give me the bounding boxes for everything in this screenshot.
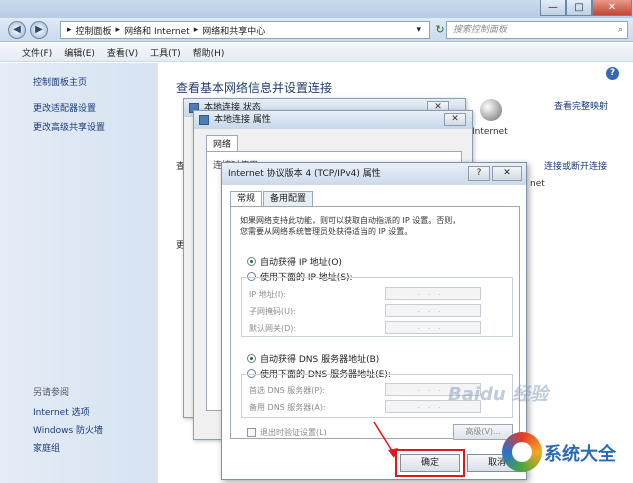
baidu-watermark: Baidu 经验 — [448, 384, 549, 405]
subnet-mask-label: 子网掩码(U): — [249, 307, 296, 316]
menu-edit[interactable]: 编辑(E) — [64, 46, 95, 59]
ok-button[interactable]: 确定 — [400, 454, 460, 472]
radio-selected-icon — [247, 354, 256, 363]
address-bar[interactable]: ▸ 控制面板 ▸ 网络和 Internet ▸ 网络和共享中心 ▾ — [60, 21, 430, 39]
search-input[interactable]: 搜索控制面板 ⌕ — [446, 21, 628, 39]
network-icon — [199, 115, 209, 125]
properties-dialog-close-button[interactable]: ✕ — [444, 113, 466, 126]
minimize-button[interactable]: — — [540, 0, 566, 16]
close-window-button[interactable]: ✕ — [592, 0, 632, 16]
breadcrumb-control-panel[interactable]: 控制面板 — [76, 24, 112, 37]
sidebar-link-change-adapter-settings[interactable]: 更改适配器设置 — [33, 101, 96, 114]
menu-bar: 文件(F) 编辑(E) 查看(V) 工具(T) 帮助(H) — [0, 43, 633, 62]
properties-dialog-title-text: 本地连接 属性 — [214, 115, 271, 125]
site-logo-text: 系统大全 — [544, 444, 616, 465]
sidebar-link-internet-options[interactable]: Internet 选项 — [33, 405, 90, 418]
back-button[interactable]: ◀ — [8, 21, 26, 39]
breadcrumb-network-internet[interactable]: 网络和 Internet — [124, 24, 190, 37]
address-row: ◀ ▶ ▸ 控制面板 ▸ 网络和 Internet ▸ 网络和共享中心 ▾ ↻ … — [0, 18, 633, 42]
ip-address-input[interactable]: ... — [385, 287, 481, 300]
help-icon[interactable]: ? — [606, 67, 619, 80]
breadcrumb-separator: ▸ — [67, 25, 72, 35]
default-gateway-label: 默认网关(D): — [249, 324, 297, 333]
validate-on-exit-label: 退出时验证设置(L) — [260, 428, 327, 437]
page-title: 查看基本网络信息并设置连接 — [176, 81, 333, 95]
checkbox-icon — [247, 428, 256, 437]
tcp-close-button[interactable]: ✕ — [492, 166, 522, 181]
radio-obtain-ip-auto[interactable]: 自动获得 IP 地址(O) — [247, 255, 342, 268]
sidebar-link-homegroup[interactable]: 家庭组 — [33, 441, 60, 454]
default-gateway-input[interactable]: ... — [385, 321, 481, 334]
forward-button[interactable]: ▶ — [30, 21, 48, 39]
sidebar: 控制面板主页 更改适配器设置 更改高级共享设置 另请参阅 Internet 选项… — [0, 63, 158, 483]
internet-label-2: net — [530, 179, 545, 189]
properties-tab-network[interactable]: 网络 — [206, 135, 239, 151]
radio-obtain-dns-auto-label: 自动获得 DNS 服务器地址(B) — [260, 355, 380, 365]
description-line-2: 您需要从网络系统管理员处获得适当的 IP 设置。 — [240, 227, 413, 236]
search-placeholder: 搜索控制面板 — [453, 25, 508, 35]
internet-globe-icon — [480, 99, 502, 121]
tcp-tabs: 常规 备用配置 — [230, 191, 314, 208]
radio-obtain-dns-auto[interactable]: 自动获得 DNS 服务器地址(B) — [247, 352, 379, 365]
menu-help[interactable]: 帮助(H) — [193, 46, 225, 59]
breadcrumb-separator: ▸ — [115, 25, 121, 35]
sidebar-link-control-panel-home[interactable]: 控制面板主页 — [33, 75, 87, 88]
description-line-1: 如果网络支持此功能，则可以获取自动指派的 IP 设置。否则， — [240, 216, 461, 225]
search-icon[interactable]: ⌕ — [618, 22, 623, 38]
connect-disconnect-link[interactable]: 连接或断开连接 — [544, 159, 607, 172]
alternate-dns-label: 备用 DNS 服务器(A): — [249, 403, 326, 412]
menu-tools[interactable]: 工具(T) — [150, 46, 181, 59]
radio-obtain-ip-auto-label: 自动获得 IP 地址(O) — [260, 258, 342, 268]
maximize-button[interactable]: □ — [566, 0, 592, 16]
address-dropdown-icon[interactable]: ▾ — [416, 25, 421, 35]
tcp-dialog-title-text: Internet 协议版本 4 (TCP/IPv4) 属性 — [228, 169, 381, 179]
tcp-help-button[interactable]: ? — [468, 166, 490, 181]
breadcrumb-separator: ▸ — [193, 25, 199, 35]
sidebar-link-windows-firewall[interactable]: Windows 防火墙 — [33, 423, 103, 436]
see-also-heading: 另请参阅 — [33, 388, 70, 398]
ip-address-label: IP 地址(I): — [249, 290, 287, 299]
preferred-dns-label: 首选 DNS 服务器(P): — [249, 386, 326, 395]
breadcrumb-network-sharing-center[interactable]: 网络和共享中心 — [202, 24, 265, 37]
properties-dialog-title: 本地连接 属性 ✕ — [194, 111, 472, 129]
annotation-arrow-icon — [373, 421, 398, 458]
sidebar-link-change-advanced-sharing[interactable]: 更改高级共享设置 — [33, 120, 105, 133]
view-full-map-link[interactable]: 查看完整映射 — [554, 99, 608, 112]
validate-on-exit-checkbox[interactable]: 退出时验证设置(L) — [247, 427, 327, 438]
internet-label: Internet — [472, 127, 508, 137]
site-logo-core — [512, 442, 532, 462]
tab-alternate-config[interactable]: 备用配置 — [263, 191, 314, 207]
subnet-mask-input[interactable]: ... — [385, 304, 481, 317]
title-bar: — □ ✕ — [0, 0, 633, 18]
menu-view[interactable]: 查看(V) — [107, 46, 138, 59]
menu-file[interactable]: 文件(F) — [22, 46, 52, 59]
radio-selected-icon — [247, 257, 256, 266]
site-logo: 系统大全 — [500, 430, 630, 476]
